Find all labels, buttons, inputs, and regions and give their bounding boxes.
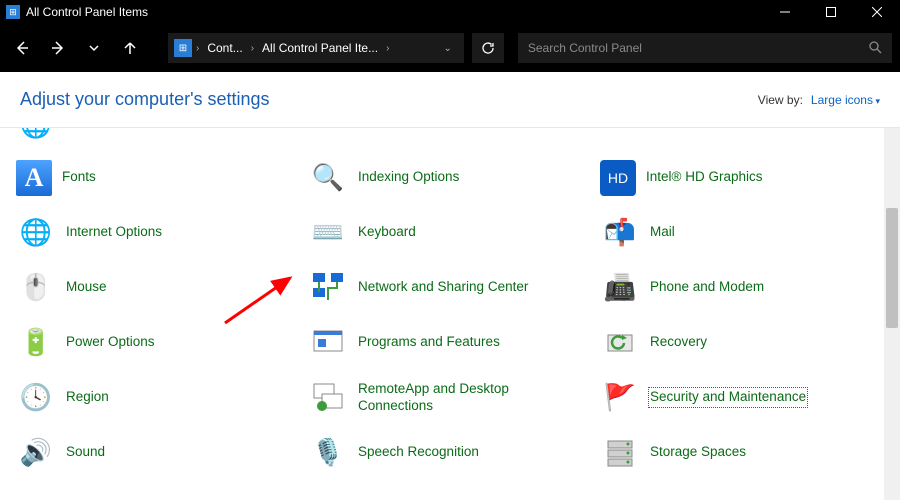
vertical-scrollbar[interactable]	[884, 128, 900, 500]
cp-item-fonts[interactable]: A Fonts	[10, 150, 292, 205]
cp-label: Mouse	[66, 279, 107, 295]
cp-item-mail[interactable]: 📬 Mail	[594, 205, 876, 260]
cp-label: Intel® HD Graphics	[646, 169, 762, 185]
page-title: Adjust your computer's settings	[20, 89, 270, 110]
refresh-button[interactable]	[472, 33, 504, 63]
clock-globe-icon: 🕓	[16, 378, 56, 418]
cp-item-phone-modem[interactable]: 📠 Phone and Modem	[594, 260, 876, 315]
mail-icon: 📬	[600, 213, 640, 253]
globe-icon: 🌐	[16, 128, 56, 144]
programs-icon	[308, 323, 348, 363]
cp-label: RemoteApp and Desktop Connections	[358, 381, 578, 413]
search-input[interactable]	[528, 41, 868, 55]
battery-icon: 🔋	[16, 323, 56, 363]
cp-label: Programs and Features	[358, 334, 500, 350]
search-icon[interactable]	[868, 40, 882, 57]
cp-item-sound[interactable]: 🔊 Sound	[10, 425, 292, 480]
content-area: 🌐 A Fonts 🔍 Indexing Options HD Intel® H…	[0, 128, 900, 500]
breadcrumb-segment[interactable]: Cont...	[203, 41, 246, 55]
maximize-button[interactable]	[808, 0, 854, 24]
cp-label: Power Options	[66, 334, 155, 350]
scrollbar-thumb[interactable]	[886, 208, 898, 328]
cp-label: Recovery	[650, 334, 707, 350]
recovery-icon	[600, 323, 640, 363]
cp-label: Network and Sharing Center	[358, 279, 528, 295]
window-title: All Control Panel Items	[26, 5, 148, 19]
cp-label: Fonts	[62, 169, 96, 185]
microphone-icon: 🎙️	[308, 433, 348, 473]
cp-label: Speech Recognition	[358, 444, 479, 460]
cp-item-keyboard[interactable]: ⌨️ Keyboard	[302, 205, 584, 260]
phone-icon: 📠	[600, 268, 640, 308]
cp-label: Security and Maintenance	[650, 389, 806, 405]
recent-dropdown[interactable]	[80, 34, 108, 62]
keyboard-icon: ⌨️	[308, 213, 348, 253]
breadcrumb-segment[interactable]: All Control Panel Ite...	[258, 41, 382, 55]
mouse-icon: 🖱️	[16, 268, 56, 308]
cp-label: Storage Spaces	[650, 444, 746, 460]
chevron-down-icon[interactable]: ⌄	[437, 43, 457, 54]
cp-label: Sound	[66, 444, 105, 460]
speaker-icon: 🔊	[16, 433, 56, 473]
cp-label: Keyboard	[358, 224, 416, 240]
chevron-right-icon: ›	[386, 43, 389, 54]
cp-item-partial[interactable]: 🌐	[10, 128, 292, 144]
cp-item-remoteapp[interactable]: RemoteApp and Desktop Connections	[302, 370, 584, 425]
search-magnifier-icon: 🔍	[308, 158, 348, 198]
chevron-right-icon: ›	[251, 43, 254, 54]
close-button[interactable]	[854, 0, 900, 24]
view-by-control[interactable]: View by: Large icons	[758, 93, 880, 107]
page-header: Adjust your computer's settings View by:…	[0, 72, 900, 128]
partial-row: 🌐	[10, 128, 900, 146]
breadcrumb[interactable]: ⊞ › Cont... › All Control Panel Ite... ›…	[168, 33, 464, 63]
cp-item-programs[interactable]: Programs and Features	[302, 315, 584, 370]
window-controls	[762, 0, 900, 24]
cp-item-power-options[interactable]: 🔋 Power Options	[10, 315, 292, 370]
minimize-button[interactable]	[762, 0, 808, 24]
drives-icon	[600, 433, 640, 473]
up-button[interactable]	[116, 34, 144, 62]
back-button[interactable]	[8, 34, 36, 62]
view-by-value[interactable]: Large icons	[811, 93, 880, 107]
cp-label: Internet Options	[66, 224, 162, 240]
cp-label: Mail	[650, 224, 675, 240]
fonts-icon: A	[16, 160, 52, 196]
flag-icon: 🚩	[600, 378, 640, 418]
cp-label: Indexing Options	[358, 169, 459, 185]
view-by-label: View by:	[758, 93, 803, 107]
search-box[interactable]	[518, 33, 892, 63]
control-panel-icon: ⊞	[174, 39, 192, 57]
chevron-right-icon: ›	[196, 43, 199, 54]
control-panel-icon: ⊞	[6, 5, 20, 19]
globe-settings-icon: 🌐	[16, 213, 56, 253]
title-left: ⊞ All Control Panel Items	[0, 5, 148, 19]
cp-item-storage[interactable]: Storage Spaces	[594, 425, 876, 480]
remote-desktop-icon	[308, 378, 348, 418]
forward-button[interactable]	[44, 34, 72, 62]
cp-item-security[interactable]: 🚩 Security and Maintenance	[594, 370, 876, 425]
cp-item-region[interactable]: 🕓 Region	[10, 370, 292, 425]
navigation-bar: ⊞ › Cont... › All Control Panel Ite... ›…	[0, 24, 900, 72]
cp-label: Phone and Modem	[650, 279, 764, 295]
titlebar: ⊞ All Control Panel Items	[0, 0, 900, 24]
cp-item-network[interactable]: Network and Sharing Center	[302, 260, 584, 315]
cp-item-mouse[interactable]: 🖱️ Mouse	[10, 260, 292, 315]
cp-item-speech[interactable]: 🎙️ Speech Recognition	[302, 425, 584, 480]
cp-item-indexing[interactable]: 🔍 Indexing Options	[302, 150, 584, 205]
cp-item-intel-graphics[interactable]: HD Intel® HD Graphics	[594, 150, 876, 205]
cp-label: Region	[66, 389, 109, 405]
cp-item-internet-options[interactable]: 🌐 Internet Options	[10, 205, 292, 260]
intel-icon: HD	[600, 160, 636, 196]
cp-item-recovery[interactable]: Recovery	[594, 315, 876, 370]
items-grid: A Fonts 🔍 Indexing Options HD Intel® HD …	[10, 150, 900, 480]
network-icon	[308, 268, 348, 308]
